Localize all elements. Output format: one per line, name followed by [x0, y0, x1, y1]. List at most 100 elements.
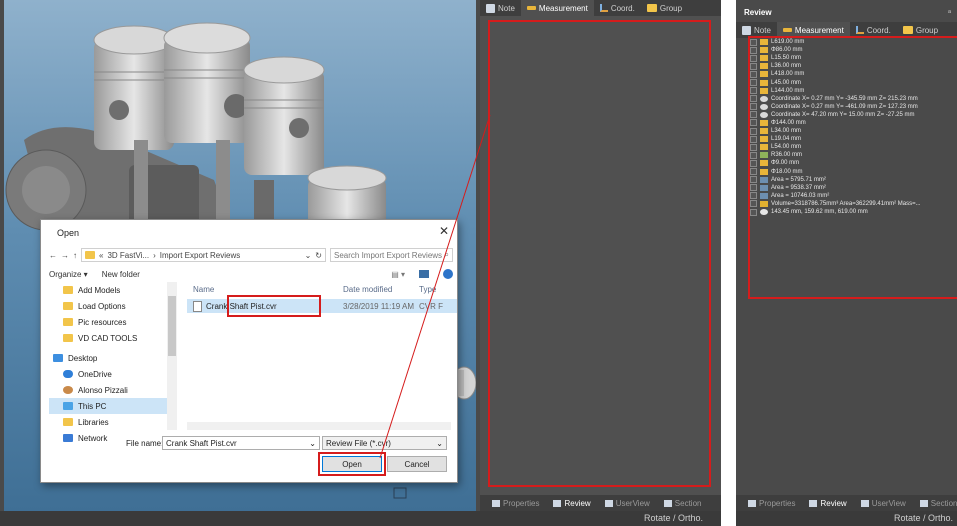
tab-coord[interactable]: Coord.: [594, 0, 641, 16]
list-item[interactable]: L15.50 mm: [750, 54, 957, 62]
checkbox[interactable]: [750, 192, 757, 200]
list-item[interactable]: R36.00 mm: [750, 151, 957, 159]
list-item[interactable]: Area = 5795.71 mm²: [750, 176, 957, 184]
list-item[interactable]: L144.00 mm: [750, 87, 957, 95]
network-icon: [63, 434, 73, 442]
list-item[interactable]: Area = 9538.37 mm²: [750, 184, 957, 192]
list-item[interactable]: Area = 10746.03 mm²: [750, 192, 957, 200]
nav-item[interactable]: Pic resources: [49, 314, 173, 330]
list-item[interactable]: Coordinate X= 47.20 mm Y= 15.00 mm Z= -2…: [750, 111, 957, 119]
column-name[interactable]: Name: [187, 285, 343, 294]
file-name-input[interactable]: Crank Shaft Pist.cvr ⌄: [162, 436, 320, 450]
list-item[interactable]: Coordinate X= 0.27 mm Y= -461.09 mm Z= 1…: [750, 103, 957, 111]
checkbox[interactable]: [750, 54, 757, 62]
file-list-header: Name Date modified Type: [187, 282, 457, 296]
checkbox[interactable]: [750, 119, 757, 127]
list-item[interactable]: L45.00 mm: [750, 78, 957, 87]
nav-item-onedrive[interactable]: OneDrive: [49, 366, 173, 382]
list-item[interactable]: L54.00 mm: [750, 143, 957, 151]
list-item[interactable]: Φ144.00 mm: [750, 119, 957, 127]
breadcrumb-folder[interactable]: Import Export Reviews: [160, 251, 240, 260]
list-item[interactable]: Φ86.00 mm: [750, 46, 957, 54]
chevron-down-icon[interactable]: ⌄: [305, 251, 312, 260]
folder-icon: [63, 286, 73, 294]
section-icon: [919, 499, 928, 507]
breadcrumb-folder[interactable]: 3D FastVi...: [107, 251, 149, 260]
search-input[interactable]: Search Import Export Reviews ⌕: [330, 248, 453, 262]
back-arrow-icon[interactable]: ←: [49, 251, 57, 260]
view-options-icon[interactable]: ▤ ▾: [391, 270, 405, 279]
checkbox[interactable]: [750, 184, 757, 192]
list-item[interactable]: Coordinate X= 0.27 mm Y= -345.59 mm Z= 2…: [750, 95, 957, 103]
checkbox[interactable]: [750, 159, 757, 167]
checkbox[interactable]: [750, 70, 757, 78]
axis-icon: [599, 4, 608, 12]
tab-userview[interactable]: UserView: [855, 495, 912, 511]
checkbox[interactable]: [750, 200, 757, 208]
scrollbar-thumb[interactable]: [168, 296, 176, 356]
checkbox[interactable]: [750, 168, 757, 176]
list-item[interactable]: Volume=3318786.75mm³ Area=362299.41mm² M…: [750, 200, 957, 208]
list-item[interactable]: L19.04 mm: [750, 135, 957, 143]
tab-section[interactable]: Section: [658, 495, 708, 511]
nav-item[interactable]: VD CAD TOOLS: [49, 330, 173, 346]
tab-note[interactable]: Note: [480, 0, 521, 16]
checkbox[interactable]: [750, 79, 757, 87]
checkbox[interactable]: [750, 127, 757, 135]
help-icon[interactable]: [443, 269, 453, 279]
folder-icon: [63, 334, 73, 342]
organize-button[interactable]: Organize ▾: [49, 270, 88, 279]
tab-properties[interactable]: Properties: [742, 495, 801, 511]
close-icon[interactable]: ✕: [439, 224, 449, 238]
tab-section[interactable]: Section: [914, 495, 957, 511]
column-type[interactable]: Type: [419, 285, 436, 294]
tab-review[interactable]: Review: [547, 495, 596, 511]
up-arrow-icon[interactable]: ↑: [73, 251, 77, 260]
breadcrumb[interactable]: « 3D FastVi... › Import Export Reviews ⌄…: [81, 248, 326, 262]
tab-measurement[interactable]: Measurement: [520, 0, 594, 16]
nav-item-libraries[interactable]: Libraries: [49, 414, 173, 430]
tab-review[interactable]: Review: [803, 495, 852, 511]
checkbox[interactable]: [750, 111, 757, 119]
preview-pane-icon[interactable]: [419, 270, 429, 278]
refresh-icon[interactable]: ↻: [315, 251, 322, 260]
nav-scrollbar[interactable]: [167, 282, 177, 430]
checkbox[interactable]: [750, 176, 757, 184]
new-folder-button[interactable]: New folder: [102, 270, 140, 279]
list-item[interactable]: L619.00 mm: [750, 38, 957, 46]
tab-group[interactable]: Group: [641, 0, 688, 16]
checkbox[interactable]: [750, 95, 757, 103]
tab-userview[interactable]: UserView: [599, 495, 656, 511]
horizontal-scrollbar[interactable]: [187, 422, 451, 430]
checkbox[interactable]: [750, 87, 757, 95]
checkbox[interactable]: [750, 103, 757, 111]
nav-item[interactable]: Load Options: [49, 298, 173, 314]
folder-icon: [646, 4, 657, 12]
nav-item-this-pc[interactable]: This PC: [49, 398, 173, 414]
nav-item-user[interactable]: Alonso Pizzali: [49, 382, 173, 398]
list-item[interactable]: Φ9.00 mm: [750, 159, 957, 167]
list-item[interactable]: L36.00 mm: [750, 62, 957, 70]
pin-icon[interactable]: ᵃ: [948, 8, 951, 17]
checkbox[interactable]: [750, 143, 757, 151]
forward-arrow-icon[interactable]: →: [61, 251, 69, 260]
checkbox[interactable]: [750, 135, 757, 143]
column-date-modified[interactable]: Date modified: [343, 285, 419, 294]
chevron-down-icon[interactable]: ⌄: [309, 439, 316, 448]
tab-properties[interactable]: Properties: [486, 495, 545, 511]
list-item[interactable]: 143.45 mm, 159.62 mm, 619.00 mm: [750, 208, 957, 216]
cancel-button[interactable]: Cancel: [387, 456, 447, 472]
checkbox[interactable]: [750, 62, 757, 70]
nav-item-desktop[interactable]: Desktop: [49, 350, 173, 366]
list-item[interactable]: L34.00 mm: [750, 127, 957, 135]
checkbox[interactable]: [750, 38, 757, 46]
nav-item[interactable]: Add Models: [49, 282, 173, 298]
list-item[interactable]: L418.00 mm: [750, 70, 957, 78]
checkbox[interactable]: [750, 151, 757, 159]
list-item[interactable]: Φ18.00 mm: [750, 168, 957, 176]
length-icon: [760, 87, 768, 94]
checkbox[interactable]: [750, 46, 757, 54]
checkbox[interactable]: [750, 208, 757, 216]
length-icon: [760, 79, 768, 86]
file-type-select[interactable]: Review File (*.cvr) ⌄: [322, 436, 447, 450]
